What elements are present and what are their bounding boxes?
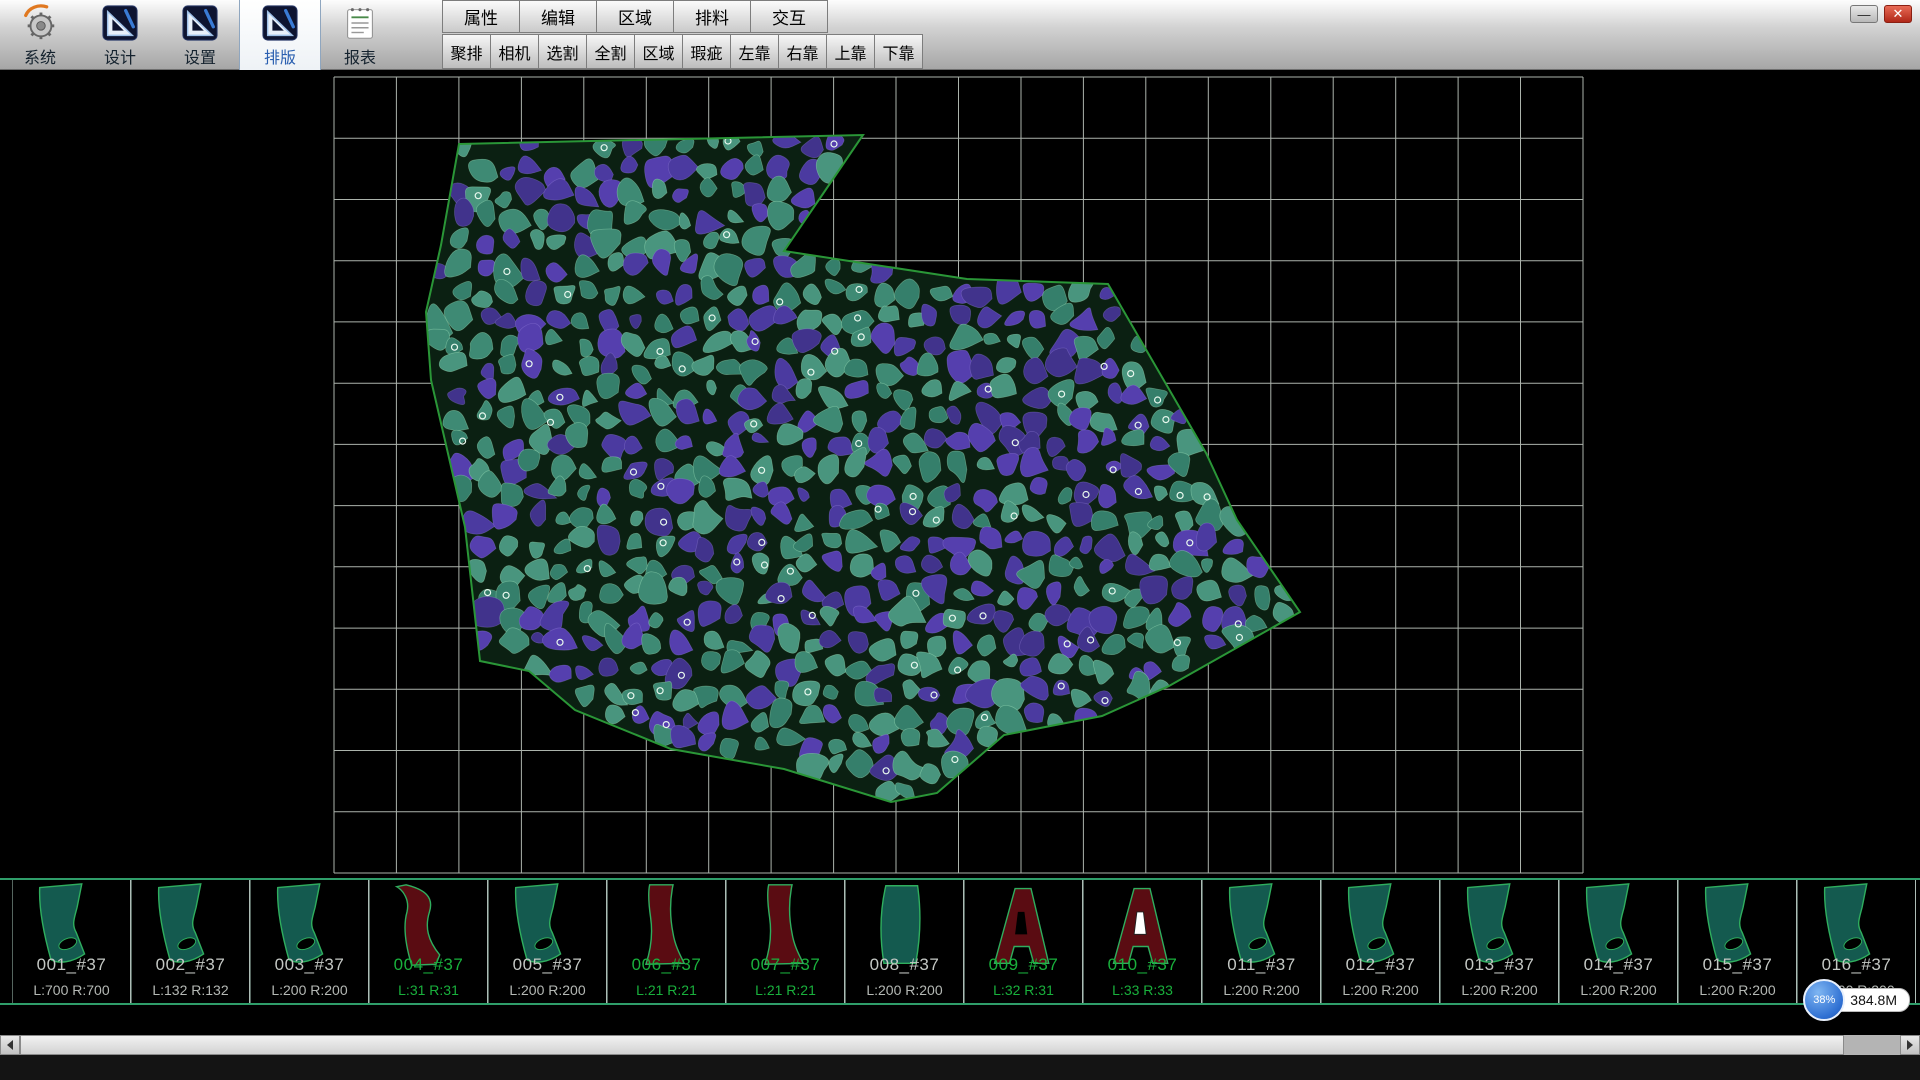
piece-lr-count: L:21 R:21 bbox=[727, 982, 844, 998]
tool-button-1[interactable]: 聚排 bbox=[442, 34, 491, 69]
piece-thumbnail-8[interactable]: 008_#37 L:200 R:200 bbox=[845, 880, 964, 1003]
piece-lr-count: L:200 R:200 bbox=[1560, 982, 1677, 998]
piece-thumbnail-3[interactable]: 003_#37 L:200 R:200 bbox=[250, 880, 369, 1003]
ruler-icon bbox=[260, 3, 300, 43]
scroll-left-button[interactable] bbox=[0, 1035, 20, 1055]
menu-area: 属性编辑区域排料交互 聚排相机选割全割区域瑕疵左靠右靠上靠下靠 bbox=[442, 0, 923, 69]
piece-thumbnail-7[interactable]: 007_#37 L:21 R:21 bbox=[726, 880, 845, 1003]
piece-lr-count: L:31 R:31 bbox=[370, 982, 487, 998]
piece-label: 016_#37 bbox=[1798, 955, 1915, 975]
scrollbar-thumb[interactable] bbox=[20, 1035, 1844, 1055]
tool-button-2[interactable]: 相机 bbox=[490, 34, 539, 69]
piece-thumbnail-1[interactable]: 001_#37 L:700 R:700 bbox=[12, 880, 131, 1003]
tool-button-9[interactable]: 上靠 bbox=[826, 34, 875, 69]
piece-thumbnail-10[interactable]: 010_#37 L:33 R:33 bbox=[1083, 880, 1202, 1003]
tool-button-10[interactable]: 下靠 bbox=[874, 34, 923, 69]
toolbar-button-label: 设置 bbox=[184, 44, 216, 68]
tool-button-5[interactable]: 区域 bbox=[634, 34, 683, 69]
menu-tab-2[interactable]: 编辑 bbox=[519, 0, 597, 33]
toolbar-button-label: 排版 bbox=[264, 44, 296, 68]
piece-strip: 001_#37 L:700 R:700002_#37 L:132 R:132003_… bbox=[0, 878, 1920, 1005]
canvas-svg[interactable] bbox=[0, 70, 1920, 878]
piece-label: 002_#37 bbox=[132, 955, 249, 975]
toolbar-button-label: 设计 bbox=[104, 44, 136, 68]
piece-label: 010_#37 bbox=[1084, 955, 1201, 975]
piece-label: 003_#37 bbox=[251, 955, 368, 975]
ruler-icon bbox=[100, 3, 140, 43]
piece-lr-count: L:200 R:200 bbox=[1203, 982, 1320, 998]
toolbar-button-4[interactable]: 排版 bbox=[240, 0, 320, 70]
piece-label: 009_#37 bbox=[965, 955, 1082, 975]
piece-lr-count: L:200 R:200 bbox=[251, 982, 368, 998]
piece-lr-count: L:21 R:21 bbox=[608, 982, 725, 998]
tool-button-8[interactable]: 右靠 bbox=[778, 34, 827, 69]
menu-tab-3[interactable]: 区域 bbox=[596, 0, 674, 33]
tool-button-7[interactable]: 左靠 bbox=[730, 34, 779, 69]
piece-label: 004_#37 bbox=[370, 955, 487, 975]
piece-thumbnail-15[interactable]: 015_#37 L:200 R:200 bbox=[1678, 880, 1797, 1003]
piece-lr-count: L:32 R:31 bbox=[965, 982, 1082, 998]
piece-label: 005_#37 bbox=[489, 955, 606, 975]
ruler-icon bbox=[180, 3, 220, 43]
piece-label: 014_#37 bbox=[1560, 955, 1677, 975]
piece-lr-count: L:200 R:200 bbox=[1441, 982, 1558, 998]
toolbar-button-label: 报表 bbox=[344, 44, 376, 68]
piece-lr-count: L:200 R:200 bbox=[489, 982, 606, 998]
window-controls: — ✕ bbox=[1850, 5, 1912, 23]
toolbar-button-label: 系统 bbox=[24, 44, 56, 68]
piece-thumbnail-6[interactable]: 006_#37 L:21 R:21 bbox=[607, 880, 726, 1003]
main-toolbar: 系统设计设置排版报表 属性编辑区域排料交互 聚排相机选割全割区域瑕疵左靠右靠上靠… bbox=[0, 0, 1920, 70]
scroll-right-button[interactable] bbox=[1900, 1035, 1920, 1055]
menu-tab-4[interactable]: 排料 bbox=[673, 0, 751, 33]
menu-tab-5[interactable]: 交互 bbox=[750, 0, 828, 33]
piece-thumbnail-12[interactable]: 012_#37 L:200 R:200 bbox=[1321, 880, 1440, 1003]
horizontal-scrollbar[interactable] bbox=[0, 1035, 1920, 1055]
scroll-right-arrow-icon bbox=[1907, 1040, 1913, 1050]
status-overlay: 38% 384.8M bbox=[1803, 978, 1910, 1022]
piece-label: 012_#37 bbox=[1322, 955, 1439, 975]
tool-button-4[interactable]: 全割 bbox=[586, 34, 635, 69]
tool-button-3[interactable]: 选割 bbox=[538, 34, 587, 69]
piece-label: 015_#37 bbox=[1679, 955, 1796, 975]
piece-thumbnail-14[interactable]: 014_#37 L:200 R:200 bbox=[1559, 880, 1678, 1003]
piece-lr-count: L:132 R:132 bbox=[132, 982, 249, 998]
piece-label: 008_#37 bbox=[846, 955, 963, 975]
piece-thumbnail-13[interactable]: 013_#37 L:200 R:200 bbox=[1440, 880, 1559, 1003]
toolbar-button-2[interactable]: 设计 bbox=[80, 0, 160, 70]
piece-thumbnail-9[interactable]: 009_#37 L:32 R:31 bbox=[964, 880, 1083, 1003]
menu-tab-row: 属性编辑区域排料交互 bbox=[442, 0, 923, 33]
gear-icon bbox=[20, 3, 60, 43]
toolbar-button-1[interactable]: 系统 bbox=[0, 0, 80, 70]
menu-tab-1[interactable]: 属性 bbox=[442, 0, 520, 33]
progress-badge: 38% bbox=[1803, 979, 1845, 1021]
piece-thumbnail-4[interactable]: 004_#37 L:31 R:31 bbox=[369, 880, 488, 1003]
close-button[interactable]: ✕ bbox=[1884, 5, 1912, 23]
minimize-button[interactable]: — bbox=[1850, 5, 1878, 23]
piece-lr-count: L:33 R:33 bbox=[1084, 982, 1201, 998]
piece-label: 011_#37 bbox=[1203, 955, 1320, 975]
piece-label: 013_#37 bbox=[1441, 955, 1558, 975]
piece-lr-count: L:700 R:700 bbox=[13, 982, 130, 998]
tool-button-6[interactable]: 瑕疵 bbox=[682, 34, 731, 69]
tool-button-row: 聚排相机选割全割区域瑕疵左靠右靠上靠下靠 bbox=[442, 33, 923, 69]
toolbar-button-3[interactable]: 设置 bbox=[160, 0, 240, 70]
toolbar-button-5[interactable]: 报表 bbox=[320, 0, 400, 70]
nesting-canvas[interactable] bbox=[0, 70, 1920, 878]
main-toolbar-buttons: 系统 设计 设置 排版 报表 bbox=[0, 0, 400, 70]
piece-lr-count: L:200 R:200 bbox=[1322, 982, 1439, 998]
piece-thumbnail-5[interactable]: 005_#37 L:200 R:200 bbox=[488, 880, 607, 1003]
piece-label: 006_#37 bbox=[608, 955, 725, 975]
scroll-left-arrow-icon bbox=[7, 1040, 13, 1050]
piece-thumbnail-11[interactable]: 011_#37 L:200 R:200 bbox=[1202, 880, 1321, 1003]
piece-lr-count: L:200 R:200 bbox=[1679, 982, 1796, 998]
piece-label: 007_#37 bbox=[727, 955, 844, 975]
report-icon bbox=[340, 3, 380, 43]
bottom-filler bbox=[0, 1055, 1920, 1080]
scrollbar-track[interactable] bbox=[20, 1035, 1900, 1055]
piece-lr-count: L:200 R:200 bbox=[846, 982, 963, 998]
piece-thumbnail-2[interactable]: 002_#37 L:132 R:132 bbox=[131, 880, 250, 1003]
piece-label: 001_#37 bbox=[13, 955, 130, 975]
